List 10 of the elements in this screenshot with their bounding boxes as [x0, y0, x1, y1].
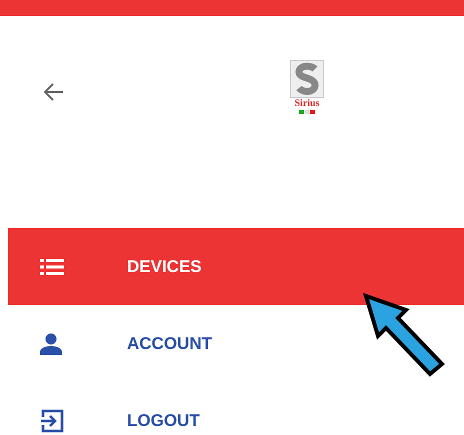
menu-item[interactable]: ACCOUNT — [8, 305, 464, 382]
list-icon — [40, 258, 64, 274]
flag-icon — [299, 110, 315, 114]
logout-icon — [40, 408, 64, 432]
menu-item[interactable]: DEVICES — [8, 228, 464, 305]
menu-item[interactable]: LOGOUT — [8, 382, 464, 435]
s-letter-icon — [290, 60, 324, 98]
logo-text: Sirius — [294, 98, 320, 110]
back-arrow-icon — [44, 83, 64, 101]
person-icon — [40, 332, 62, 354]
